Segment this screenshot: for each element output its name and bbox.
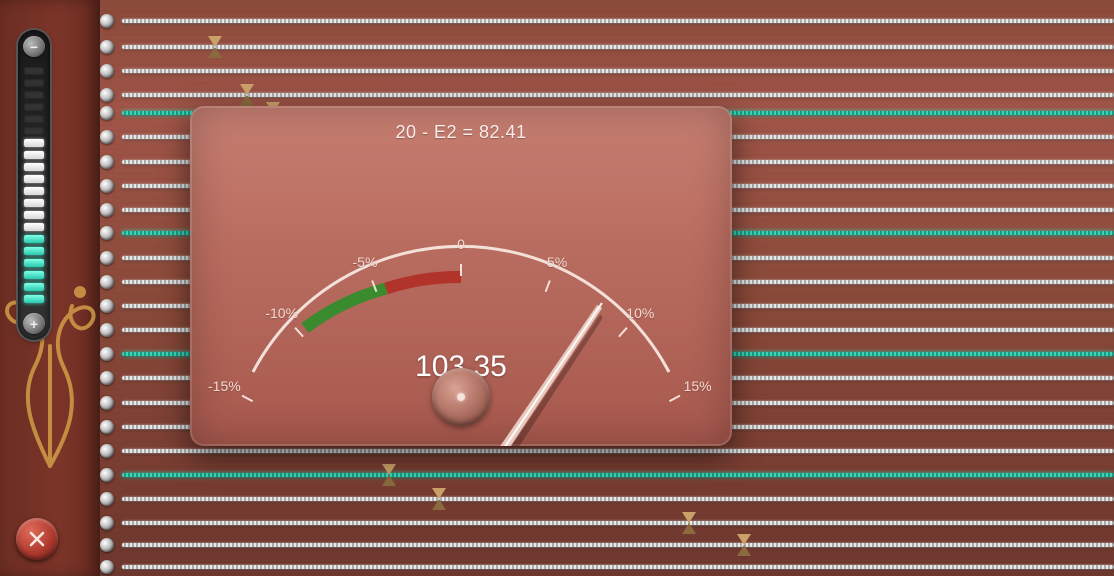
gauge-scale-label: 5%	[547, 254, 567, 270]
string[interactable]	[100, 58, 1114, 84]
volume-segment	[24, 271, 44, 279]
left-rail: − +	[0, 0, 100, 576]
tuner-gauge: -15%-10%-5%05%10%15% 103.35	[190, 152, 732, 412]
gauge-scale-label: 0	[457, 236, 465, 252]
tuning-peg	[100, 538, 114, 552]
bridge-marker	[382, 464, 396, 486]
gauge-scale-label: -5%	[353, 254, 378, 270]
volume-segment	[24, 79, 44, 87]
volume-segment	[24, 115, 44, 123]
string-wire[interactable]	[122, 565, 1114, 569]
string-wire[interactable]	[122, 449, 1114, 453]
volume-track[interactable]	[24, 63, 44, 307]
volume-segment	[24, 235, 44, 243]
volume-segment	[24, 199, 44, 207]
volume-segment	[24, 91, 44, 99]
volume-segment	[24, 259, 44, 267]
tuning-peg	[100, 371, 114, 385]
tuning-peg	[100, 516, 114, 530]
string-wire[interactable]	[122, 45, 1114, 49]
bridge-marker	[737, 534, 751, 556]
volume-minus-button[interactable]: −	[23, 36, 45, 57]
string[interactable]	[100, 34, 1114, 60]
string-wire[interactable]	[122, 473, 1114, 477]
volume-segment	[24, 175, 44, 183]
bridge-marker	[432, 488, 446, 510]
needle-hub	[432, 368, 490, 426]
volume-segment	[24, 67, 44, 75]
string[interactable]	[100, 486, 1114, 512]
bridge-marker	[208, 36, 222, 58]
volume-slider[interactable]: − +	[18, 30, 50, 340]
tuning-peg	[100, 323, 114, 337]
volume-segment	[24, 211, 44, 219]
volume-segment	[24, 283, 44, 291]
volume-segment	[24, 223, 44, 231]
tuning-peg	[100, 347, 114, 361]
string[interactable]	[100, 554, 1114, 576]
volume-segment	[24, 103, 44, 111]
volume-segment	[24, 247, 44, 255]
string-wire[interactable]	[122, 93, 1114, 97]
volume-segment	[24, 127, 44, 135]
string-wire[interactable]	[122, 543, 1114, 547]
string-wire[interactable]	[122, 521, 1114, 525]
gauge-scale-label: -10%	[265, 305, 298, 321]
tuning-peg	[100, 468, 114, 482]
volume-segment	[24, 163, 44, 171]
string[interactable]	[100, 462, 1114, 488]
tuning-peg	[100, 130, 114, 144]
tuning-peg	[100, 14, 114, 28]
string-wire[interactable]	[122, 497, 1114, 501]
tuning-peg	[100, 299, 114, 313]
gauge-scale-label: 10%	[626, 305, 654, 321]
string-wire[interactable]	[122, 69, 1114, 73]
tuning-peg	[100, 40, 114, 54]
close-icon	[27, 529, 47, 549]
tuning-peg	[100, 251, 114, 265]
ornament-flourish	[0, 216, 100, 476]
tuning-peg	[100, 420, 114, 434]
volume-segment	[24, 187, 44, 195]
close-button[interactable]	[16, 518, 58, 560]
bridge-marker	[682, 512, 696, 534]
tuner-panel: 20 - E2 = 82.41 -15%-10%-5%05%10%15% 103…	[190, 106, 732, 446]
tuning-peg	[100, 106, 114, 120]
tuning-peg	[100, 275, 114, 289]
tuning-peg	[100, 64, 114, 78]
tuning-peg	[100, 203, 114, 217]
string[interactable]	[100, 8, 1114, 34]
tuning-peg	[100, 492, 114, 506]
tuning-peg	[100, 226, 114, 240]
tuner-target-label: 20 - E2 = 82.41	[190, 122, 732, 143]
tuning-peg	[100, 560, 114, 574]
volume-plus-button[interactable]: +	[23, 313, 45, 334]
volume-segment	[24, 139, 44, 147]
tuning-peg	[100, 179, 114, 193]
tuning-peg	[100, 155, 114, 169]
string-wire[interactable]	[122, 19, 1114, 23]
tuning-peg	[100, 396, 114, 410]
tuning-peg	[100, 444, 114, 458]
volume-segment	[24, 151, 44, 159]
volume-segment	[24, 295, 44, 303]
